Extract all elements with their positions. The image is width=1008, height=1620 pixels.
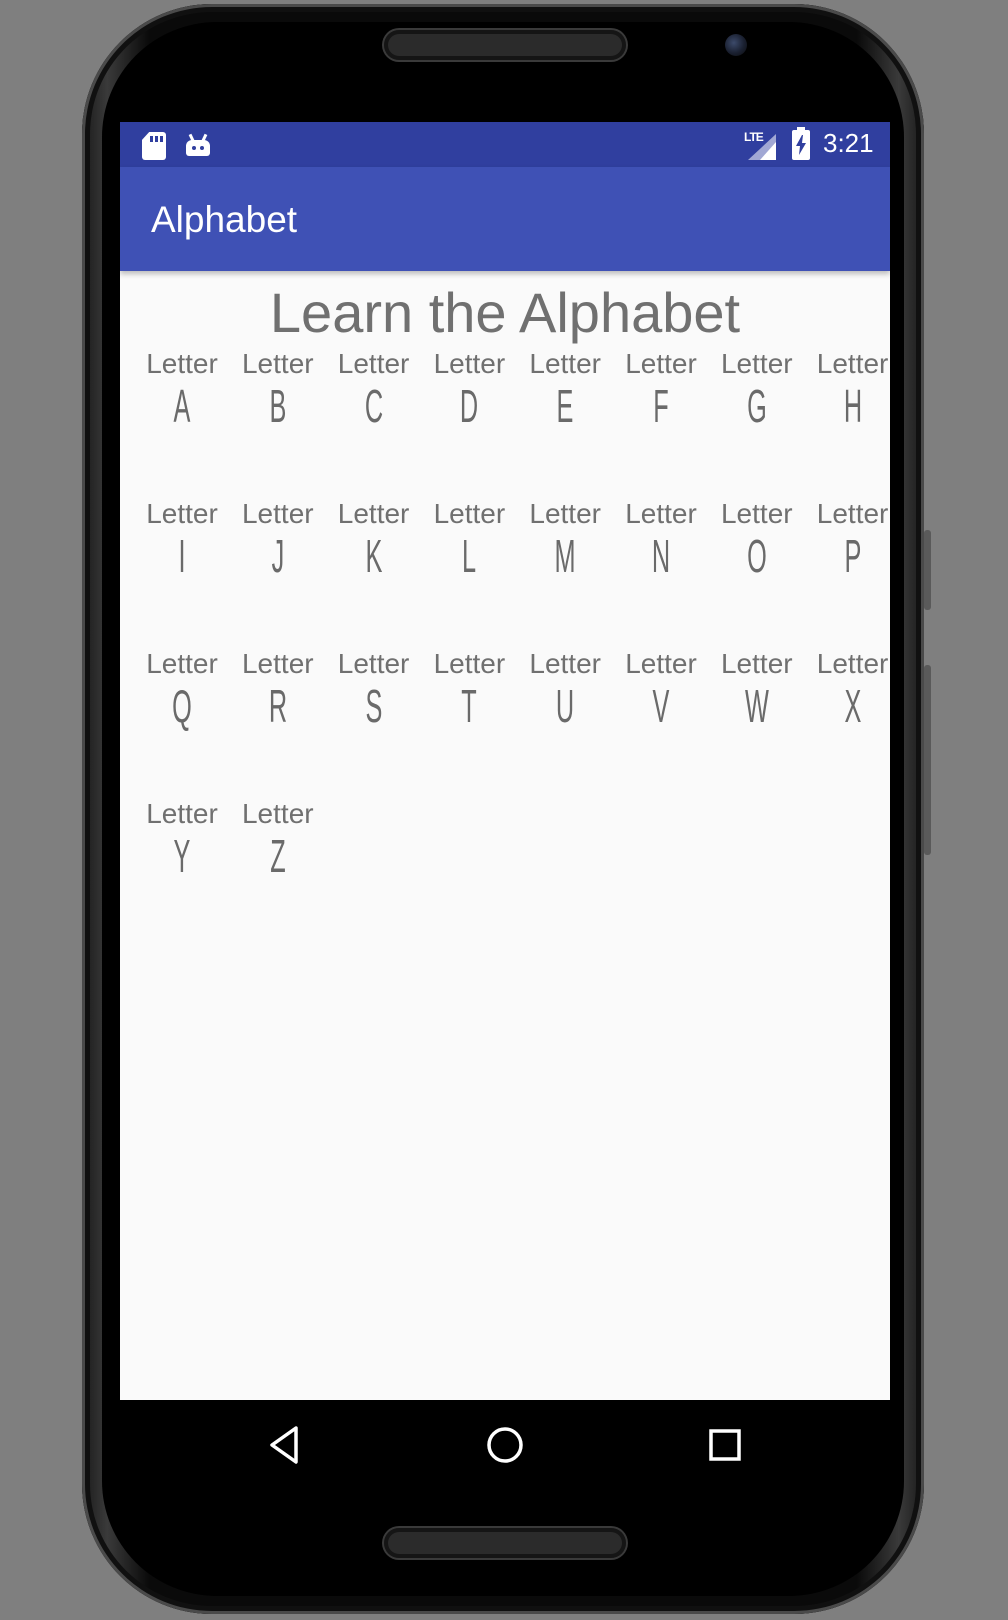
sd-card-icon <box>142 132 166 160</box>
letter-card-s[interactable]: Letter S <box>326 648 422 758</box>
letter-card-i[interactable]: Letter I <box>134 498 230 608</box>
letter-label: Letter <box>625 648 697 679</box>
letter-card-u[interactable]: Letter U <box>517 648 613 758</box>
letter-glyph: Z <box>270 830 286 882</box>
letter-glyph: X <box>844 680 862 732</box>
letter-glyph: I <box>178 530 186 582</box>
letter-card-j[interactable]: Letter J <box>230 498 326 608</box>
letter-label: Letter <box>529 648 601 679</box>
letter-card-f[interactable]: Letter F <box>613 348 709 458</box>
letter-label: Letter <box>146 348 218 379</box>
letter-label: Letter <box>146 648 218 679</box>
page-title: Learn the Alphabet <box>269 281 741 344</box>
letter-glyph: K <box>365 530 383 582</box>
letter-glyph: J <box>271 530 285 582</box>
letter-card-h[interactable]: Letter H <box>805 348 890 458</box>
letter-label: Letter <box>816 348 889 379</box>
letter-label: Letter <box>720 348 793 379</box>
letter-card-e[interactable]: Letter E <box>517 348 613 458</box>
letter-label: Letter <box>241 648 314 679</box>
letter-label: Letter <box>816 498 889 529</box>
letter-card-r[interactable]: Letter R <box>230 648 326 758</box>
letter-card-q[interactable]: Letter Q <box>134 648 230 758</box>
letter-glyph: M <box>554 530 576 582</box>
letter-label: Letter <box>529 498 601 529</box>
letter-glyph: G <box>746 380 767 432</box>
letter-label: Letter <box>146 498 218 529</box>
letter-label: Letter <box>433 498 506 529</box>
letter-glyph: Y <box>173 830 191 882</box>
letter-glyph: C <box>364 380 383 432</box>
letter-glyph: P <box>844 530 862 582</box>
letter-label: Letter <box>337 498 410 529</box>
letter-card-t[interactable]: Letter T <box>421 648 517 758</box>
letter-label: Letter <box>433 348 506 379</box>
recents-icon[interactable] <box>700 1420 750 1470</box>
clock: 3:21 <box>823 128 874 158</box>
top-speaker <box>384 30 626 60</box>
letter-label: Letter <box>241 498 314 529</box>
app-bar: Alphabet <box>120 167 890 271</box>
letter-glyph: R <box>268 680 287 732</box>
letter-card-w[interactable]: Letter W <box>709 648 805 758</box>
android-icon <box>186 133 210 156</box>
letter-glyph: N <box>651 530 671 582</box>
letter-glyph: Q <box>172 680 192 732</box>
letter-card-z[interactable]: Letter Z <box>230 798 326 908</box>
navigation-bar <box>120 1400 890 1490</box>
back-icon[interactable] <box>260 1420 310 1470</box>
letter-card-o[interactable]: Letter O <box>709 498 805 608</box>
letter-glyph: V <box>652 680 670 732</box>
letter-label: Letter <box>146 798 218 829</box>
letter-glyph: B <box>269 380 287 432</box>
letter-label: Letter <box>337 348 410 379</box>
letter-card-x[interactable]: Letter X <box>805 648 890 758</box>
letter-card-v[interactable]: Letter V <box>613 648 709 758</box>
letter-label: Letter <box>529 348 601 379</box>
letter-label: Letter <box>241 798 314 829</box>
letter-glyph: H <box>843 380 862 432</box>
letter-card-k[interactable]: Letter K <box>326 498 422 608</box>
letter-card-g[interactable]: Letter G <box>709 348 805 458</box>
app-title: Alphabet <box>151 199 298 240</box>
letter-glyph: F <box>653 380 669 432</box>
letter-label: Letter <box>433 648 506 679</box>
home-icon[interactable] <box>480 1420 530 1470</box>
volume-button <box>924 530 931 610</box>
letter-glyph: A <box>173 380 191 432</box>
letter-card-m[interactable]: Letter M <box>517 498 613 608</box>
letter-label: Letter <box>337 648 410 679</box>
letter-card-y[interactable]: Letter Y <box>134 798 230 908</box>
letter-glyph: E <box>556 380 574 432</box>
letter-label: Letter <box>720 648 793 679</box>
battery-charging-icon <box>792 127 810 160</box>
letter-glyph: D <box>460 380 479 432</box>
letter-card-a[interactable]: Letter A <box>134 348 230 458</box>
letter-card-b[interactable]: Letter B <box>230 348 326 458</box>
power-button <box>924 665 931 855</box>
letter-glyph: U <box>556 680 575 732</box>
letter-glyph: S <box>365 680 383 732</box>
letter-glyph: T <box>461 680 478 732</box>
letter-label: Letter <box>241 348 314 379</box>
letter-glyph: L <box>462 530 477 582</box>
letter-card-l[interactable]: Letter L <box>421 498 517 608</box>
letter-card-n[interactable]: Letter N <box>613 498 709 608</box>
letter-glyph: O <box>746 530 767 582</box>
signal-icon <box>748 134 776 160</box>
screen: LTE 3:21 Alphabet Learn the Alphabet Let… <box>120 122 890 1400</box>
letter-label: Letter <box>816 648 889 679</box>
status-bar: LTE 3:21 <box>120 122 890 167</box>
letter-label: Letter <box>720 498 793 529</box>
letter-label: Letter <box>625 348 697 379</box>
bottom-speaker <box>384 1528 626 1558</box>
letter-glyph: W <box>744 680 769 732</box>
letter-card-d[interactable]: Letter D <box>421 348 517 458</box>
letter-card-c[interactable]: Letter C <box>326 348 422 458</box>
letter-label: Letter <box>625 498 697 529</box>
front-camera <box>725 34 747 56</box>
letter-card-p[interactable]: Letter P <box>805 498 890 608</box>
